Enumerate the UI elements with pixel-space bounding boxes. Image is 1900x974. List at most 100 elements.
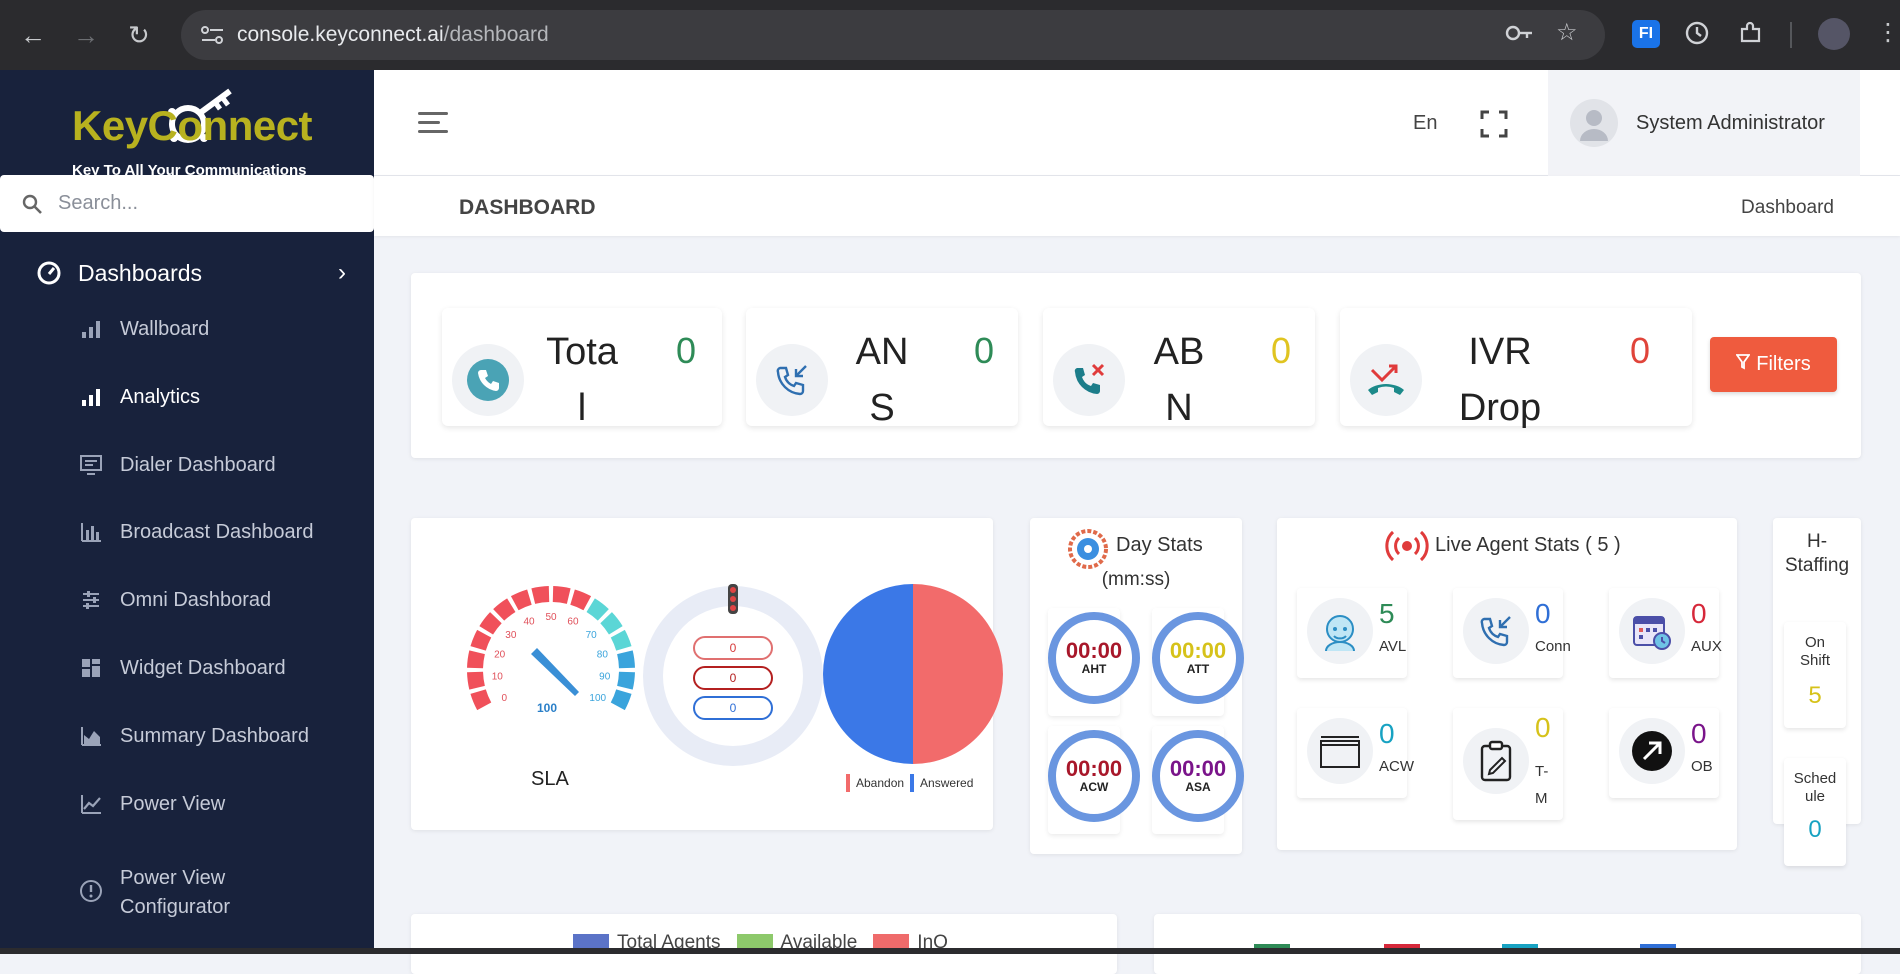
ring-value: 00:00 — [1065, 638, 1123, 663]
search-icon — [20, 192, 44, 216]
keyconnect-logo[interactable]: KeyConnect Key To All Your Communication… — [68, 88, 318, 180]
ring-label: ACW — [1079, 780, 1109, 794]
breadcrumb[interactable]: Dashboard — [1741, 197, 1834, 219]
ring-value: 00:00 — [1169, 638, 1227, 663]
address-bar[interactable]: console.keyconnect.ai/dashboard — [181, 10, 1605, 60]
kpi-value: 0 — [1271, 330, 1292, 371]
sidebar-item-label: Power View Configurator — [120, 867, 231, 918]
queue-pill-3: 0 — [693, 696, 773, 720]
area-chart-icon — [78, 723, 104, 749]
window-icon — [1307, 718, 1373, 784]
agent-tile-ob[interactable]: 0 OB — [1609, 708, 1719, 798]
sidebar-item-omni-dashboard[interactable]: Omni Dashborad — [78, 587, 271, 613]
queue-pill-2: 0 — [693, 666, 773, 690]
agent-face-icon — [1307, 598, 1373, 664]
agent-tile-aux[interactable]: 0 AUX — [1609, 588, 1722, 678]
history-icon[interactable] — [1684, 20, 1710, 53]
queue-ring: 0 0 0 — [643, 584, 823, 766]
site-info-icon[interactable] — [199, 25, 227, 45]
abandon-answered-pie — [823, 584, 1003, 764]
agent-tile-acw[interactable]: 0 ACW — [1297, 708, 1414, 798]
sidebar-item-power-view[interactable]: Power View — [78, 791, 225, 817]
sidebar-item-label: Summary Dashboard — [120, 724, 309, 747]
reload-icon[interactable]: ↻ — [128, 20, 150, 51]
url-text: console.keyconnect.ai/dashboard — [237, 23, 549, 46]
gauge-segment — [510, 589, 532, 611]
user-name: System Administrator — [1636, 111, 1825, 134]
window-bottom-edge — [0, 948, 1900, 954]
gauge-tick-label: 0 — [501, 693, 507, 704]
gauge-segment — [479, 612, 502, 635]
day-stats-subtitle: (mm:ss) — [1101, 569, 1171, 590]
schedule-label: Schedule — [1793, 770, 1837, 805]
sidebar-item-wallboard[interactable]: Wallboard — [78, 316, 209, 342]
filter-icon — [1735, 353, 1752, 376]
key-icon[interactable] — [1505, 22, 1533, 50]
agent-tile-tm[interactable]: 0 T-M — [1453, 708, 1563, 820]
sla-gauge: 0 10 20 30 40 50 60 70 80 90 100 100 — [467, 586, 635, 715]
on-shift-tile[interactable]: On Shift 5 — [1784, 622, 1846, 728]
schedule-tile[interactable]: Schedule 0 — [1784, 758, 1846, 866]
puzzle-icon[interactable] — [1738, 20, 1764, 53]
sidebar-item-power-view-configurator[interactable]: Power View Configurator — [78, 864, 260, 922]
gauge-needle — [531, 648, 579, 696]
monitor-icon — [78, 452, 104, 478]
day-stats-panel: Day Stats (mm:ss) 00:00 AHT 00:00 ATT 00… — [1030, 518, 1244, 854]
gauge-segment — [470, 629, 492, 651]
filters-button[interactable]: Filters — [1710, 337, 1837, 392]
kpi-total-card[interactable]: Total 0 — [442, 308, 722, 429]
kebab-menu-icon[interactable]: ⋮ — [1876, 18, 1900, 47]
gauge-tick-label: 10 — [492, 672, 504, 683]
gauge-tick-label: 30 — [505, 630, 517, 641]
agent-tile-avl[interactable]: 5 AVL — [1297, 588, 1407, 678]
gauge-tick-label: 100 — [589, 693, 606, 704]
sidebar-item-label: Power View — [120, 792, 226, 815]
user-menu[interactable]: System Administrator — [1548, 70, 1860, 176]
profile-avatar-icon[interactable] — [1818, 18, 1850, 50]
kpi-abn-card[interactable]: ABN 0 — [1043, 308, 1315, 429]
gauge-tick-label: 20 — [494, 649, 506, 660]
sidebar-item-label: Wallboard — [120, 317, 210, 340]
agent-tile-conn[interactable]: 0 Conn — [1453, 588, 1571, 678]
forward-icon[interactable]: → — [73, 20, 99, 51]
tile-value: 0 — [1535, 712, 1551, 743]
legend-swatch-answered — [910, 774, 915, 792]
sidebar-section-dashboards[interactable]: Dashboards › — [36, 248, 346, 298]
back-icon[interactable]: ← — [20, 20, 46, 51]
user-avatar-icon — [1570, 99, 1618, 147]
ring-aht: 00:00 AHT — [1048, 612, 1140, 704]
kpi-label: IVR Drop — [1458, 331, 1542, 429]
live-agent-title: Live Agent Stats ( 5 ) — [1435, 534, 1621, 556]
gauge-segment — [617, 671, 635, 690]
ring-att: 00:00 ATT — [1152, 612, 1244, 704]
sidebar-item-broadcast-dashboard[interactable]: Broadcast Dashboard — [78, 519, 313, 545]
gauge-segment — [470, 689, 492, 711]
sidebar-item-label: Widget Dashboard — [120, 656, 286, 679]
kpi-label: ABN — [1153, 331, 1205, 429]
hamburger-menu-icon[interactable] — [418, 112, 448, 136]
calendar-clock-icon — [1619, 598, 1685, 664]
gauge-segment — [610, 629, 632, 651]
dashboard-gauge-icon — [36, 260, 62, 286]
line-chart-icon — [78, 791, 104, 817]
gauge-segment — [586, 598, 609, 621]
kpi-ivr-drop-card[interactable]: IVR Drop 0 — [1340, 308, 1692, 429]
sidebar-search[interactable] — [0, 175, 374, 232]
ring-value: 00:00 — [1169, 756, 1227, 781]
sla-label: SLA — [531, 768, 569, 790]
sidebar-item-analytics[interactable]: Analytics — [78, 384, 200, 410]
sidebar-item-widget-dashboard[interactable]: Widget Dashboard — [78, 655, 286, 681]
fullscreen-icon[interactable] — [1480, 110, 1508, 138]
extension-fi-icon[interactable]: FI — [1632, 20, 1660, 48]
star-icon[interactable]: ☆ — [1556, 18, 1578, 47]
language-selector[interactable]: En — [1413, 112, 1437, 135]
ring-value: 00:00 — [1065, 756, 1123, 781]
sidebar-item-summary-dashboard[interactable]: Summary Dashboard — [78, 723, 309, 749]
clipboard-icon — [1463, 728, 1529, 794]
kpi-ans-card[interactable]: ANS 0 — [746, 308, 1018, 429]
tile-label: OB — [1691, 758, 1713, 775]
broadcast-signal-icon — [1385, 530, 1429, 562]
sidebar-item-dialer-dashboard[interactable]: Dialer Dashboard — [78, 452, 276, 478]
tile-value: 0 — [1379, 718, 1395, 749]
search-input[interactable] — [58, 192, 358, 215]
